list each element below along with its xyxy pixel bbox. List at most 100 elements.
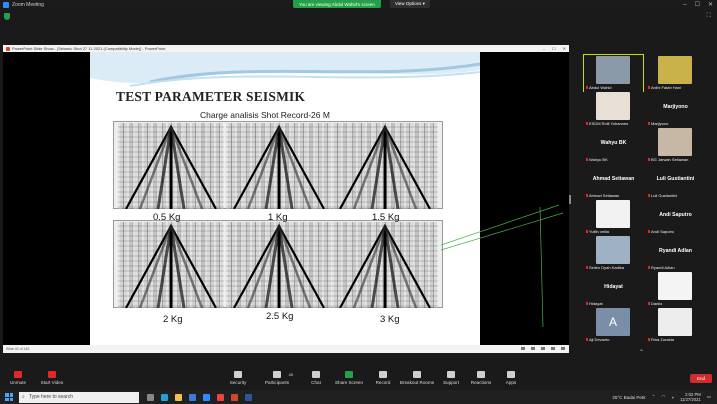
reading-view-icon[interactable]: [541, 347, 545, 350]
fullscreen-icon[interactable]: ⛶: [707, 13, 711, 20]
participant-tile[interactable]: Yulfin vellia: [584, 199, 643, 235]
participant-tile[interactable]: Andi Saputro Andi Saputro: [646, 199, 705, 235]
apps-icon: [507, 371, 515, 378]
participant-tile[interactable]: Ardhi Fatah Hani: [646, 55, 705, 91]
windows-start-icon[interactable]: [5, 393, 13, 401]
participant-tile[interactable]: ESDM Rolli Yohannes: [584, 91, 643, 127]
record-button[interactable]: Record: [365, 371, 401, 385]
slideshow-icon[interactable]: [551, 347, 555, 350]
start-video-button[interactable]: Start Video: [34, 371, 70, 385]
participant-tile[interactable]: Luli Gustiantini Luli Gustiantini: [646, 163, 705, 199]
participant-name: Ryandi Adlan: [651, 265, 675, 270]
taskbar-search-box[interactable]: ⌕ Type here to search: [19, 391, 139, 403]
participant-name-bar: Rina Zuraida: [648, 337, 674, 342]
network-icon[interactable]: ◠: [661, 394, 665, 400]
ppt-maximize-icon[interactable]: ☐: [552, 46, 556, 51]
participant-tile[interactable]: Seilen Dyah Kartika: [584, 235, 643, 271]
unmute-button[interactable]: Unmute: [0, 371, 36, 385]
participant-name-bar: Seilen Dyah Kartika: [586, 265, 624, 270]
participant-tile[interactable]: Ahmad Setiawan Ahmad Setiawan: [584, 163, 643, 199]
participant-name: Yulfin vellia: [589, 229, 610, 234]
participant-tile[interactable]: BG Jarwan Setiawan: [646, 127, 705, 163]
participants-button[interactable]: 45 Participants: [259, 371, 295, 385]
breakout-rooms-button[interactable]: Breakout Rooms: [399, 371, 435, 385]
maximize-button[interactable]: ☐: [695, 1, 700, 8]
share-screen-button[interactable]: Share Screen: [331, 371, 367, 385]
explorer-icon[interactable]: [175, 393, 182, 401]
participant-video: [596, 236, 630, 264]
support-label: Support: [442, 380, 460, 385]
record-label: Record: [375, 380, 391, 385]
ppt-minimize-icon[interactable]: –: [543, 46, 545, 51]
weather-widget[interactable]: 25°C Badai Petir: [612, 395, 645, 400]
participant-name-bar: BG Jarwan Setiawan: [648, 157, 688, 162]
slide-header-swoosh: [90, 52, 480, 87]
share-screen-label: Share Screen: [334, 380, 364, 385]
participant-tile[interactable]: Danilo: [646, 271, 705, 307]
participant-name-bar: Ajl Devanto: [586, 337, 609, 342]
mail-icon[interactable]: [189, 393, 196, 401]
participant-tile[interactable]: Wahyu BK Wahyu BK: [584, 127, 643, 163]
start-video-label: Start Video: [40, 380, 64, 385]
participant-name: Ahmad Setiawan: [589, 193, 620, 198]
close-button[interactable]: ✕: [708, 1, 713, 8]
participant-name: Rina Zuraida: [651, 337, 674, 342]
participant-name-bar: Yulfin vellia: [586, 229, 609, 234]
participant-video: [658, 272, 692, 300]
reactions-icon: [477, 371, 485, 378]
slide: TEST PARAMETER SEISMIK Charge analisis S…: [90, 52, 480, 345]
ppt-titlebar: PowerPoint Slide Show - [Seismic Shot 27…: [3, 45, 569, 52]
participant-video: [596, 200, 630, 228]
view-options-button[interactable]: View Options ▾: [390, 0, 430, 8]
participant-tile[interactable]: Hidayat Hidayat: [584, 271, 643, 307]
participant-name: Seilen Dyah Kartika: [589, 265, 625, 270]
participant-tile[interactable]: Abdul Wahid: [583, 54, 644, 92]
security-label: Security: [229, 380, 247, 385]
mic-muted-icon: [586, 302, 588, 305]
seismic-record-top-1: [226, 123, 332, 209]
mic-muted-icon: [648, 302, 650, 305]
clock[interactable]: 2:02 PM 11/27/2021: [680, 392, 701, 402]
panel-resize-handle[interactable]: [569, 195, 571, 204]
mic-muted-icon: [586, 194, 588, 197]
chat-button[interactable]: Chat: [298, 371, 334, 385]
task-view-icon[interactable]: [147, 393, 154, 401]
ppt-close-icon[interactable]: ✕: [563, 46, 566, 51]
slide-sorter-icon[interactable]: [531, 347, 535, 350]
encryption-shield-icon[interactable]: [4, 13, 10, 20]
viewing-screen-banner: You are viewing Abdul Wahid's screen: [293, 0, 381, 8]
participant-name-large: Marjiyono: [663, 104, 688, 110]
participant-name: Andi Saputro: [651, 229, 675, 234]
word-icon[interactable]: [245, 393, 252, 401]
zoom-taskbar-icon[interactable]: [203, 393, 210, 401]
taskbar-search-placeholder: Type here to search: [28, 394, 74, 400]
apps-button[interactable]: Apps: [493, 371, 529, 385]
mic-muted-icon: [648, 266, 650, 269]
ppt-window-controls: – ☐ ✕: [543, 45, 566, 52]
powerpoint-taskbar-icon[interactable]: [231, 393, 238, 401]
security-button[interactable]: Security: [220, 371, 256, 385]
participant-tile[interactable]: Ryandi Adlan Ryandi Adlan: [646, 235, 705, 271]
participant-video: [658, 56, 692, 84]
participant-video: [658, 128, 692, 156]
participant-name-large: Wahyu BK: [600, 140, 627, 146]
zoom-slider-icon[interactable]: [561, 347, 565, 350]
participant-tile[interactable]: Rina Zuraida: [646, 307, 705, 343]
notifications-icon[interactable]: ▭: [707, 394, 711, 400]
participant-name-bar: Danilo: [648, 301, 662, 306]
end-meeting-button[interactable]: End: [690, 374, 712, 383]
minimize-button[interactable]: –: [683, 2, 686, 8]
normal-view-icon[interactable]: [521, 347, 525, 350]
gallery-down-chevron-icon[interactable]: ⌄: [639, 346, 644, 353]
participant-name-bar: Abdul Wahid: [586, 85, 612, 90]
chrome-icon[interactable]: [217, 393, 224, 401]
edge-icon[interactable]: [161, 393, 168, 401]
participant-tile[interactable]: Marjiyono Marjiyono: [646, 91, 705, 127]
unmute-label: Unmute: [9, 380, 27, 385]
ppt-title-text: PowerPoint Slide Show - [Seismic Shot 27…: [12, 46, 166, 51]
tray-chevron-icon[interactable]: ⌃: [652, 394, 656, 400]
volume-icon[interactable]: ◖: [671, 395, 674, 400]
participant-name: ESDM Rolli Yohannes: [589, 121, 629, 126]
participant-tile[interactable]: A Ajl Devanto: [584, 307, 643, 343]
ppt-statusbar: Slide 42 of 140: [3, 345, 569, 353]
